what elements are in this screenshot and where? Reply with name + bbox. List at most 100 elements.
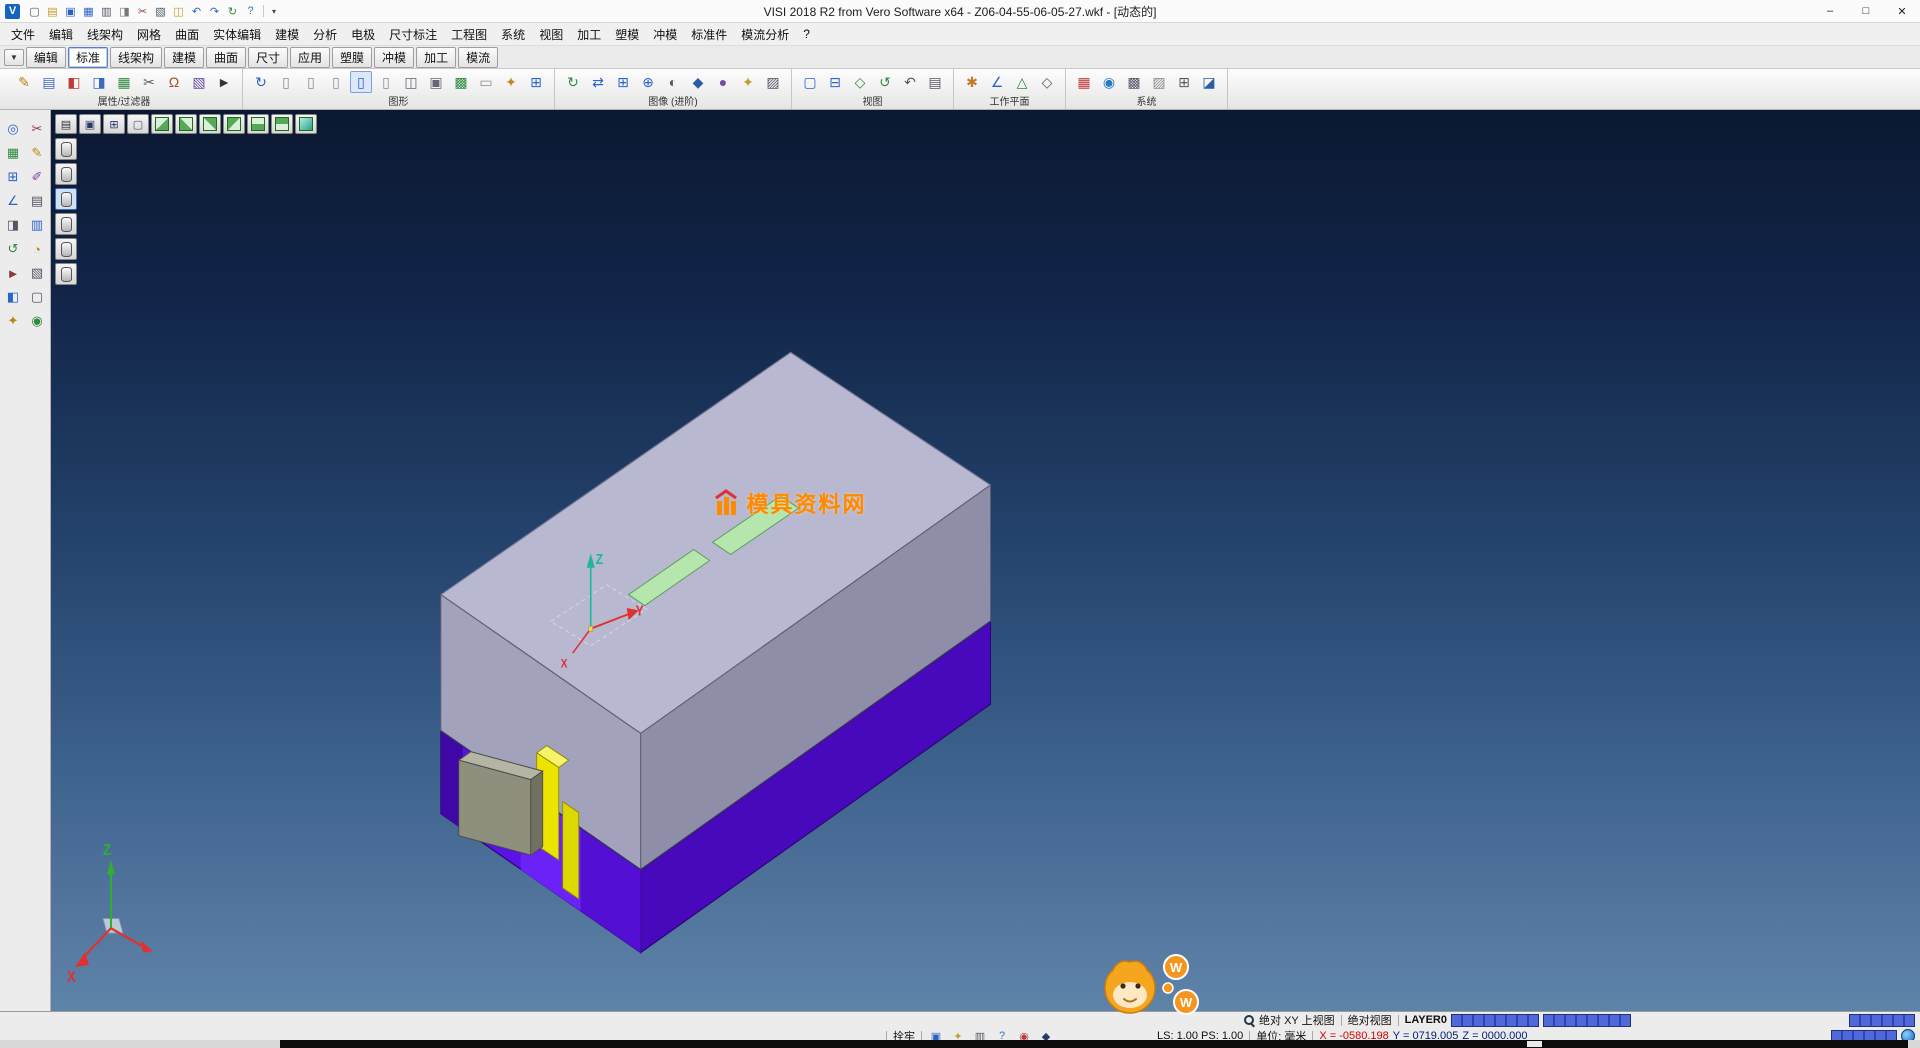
- menu-item[interactable]: 建模: [268, 26, 306, 43]
- view-top-icon[interactable]: ⊟: [824, 71, 846, 93]
- tab[interactable]: 线架构: [110, 47, 162, 68]
- tab[interactable]: 冲模: [374, 47, 414, 68]
- snap-settings-icon[interactable]: ▨: [1148, 71, 1170, 93]
- quickbar-dropdown-icon[interactable]: ▾: [268, 7, 280, 16]
- menu-item[interactable]: 标准件: [684, 26, 734, 43]
- bounding-box-icon[interactable]: ◫: [400, 71, 422, 93]
- close-button[interactable]: ✕: [1884, 1, 1920, 22]
- paste-icon[interactable]: ◫: [170, 3, 187, 19]
- layer-list-icon[interactable]: ▤: [55, 114, 77, 134]
- help-icon[interactable]: ?: [242, 3, 259, 19]
- display-filter-2[interactable]: [55, 163, 77, 185]
- display-filter-4[interactable]: [55, 213, 77, 235]
- view-iso-icon[interactable]: ◇: [849, 71, 871, 93]
- tab[interactable]: 模流: [458, 47, 498, 68]
- regen-icon[interactable]: ↻: [224, 3, 241, 19]
- shaded-display-icon[interactable]: ▯: [350, 71, 372, 93]
- spark-icon[interactable]: ✦: [2, 310, 24, 332]
- active-layer-label[interactable]: LAYER0: [1405, 1014, 1447, 1026]
- element-list-icon[interactable]: ▤: [26, 190, 48, 212]
- menu-item[interactable]: 文件: [4, 26, 42, 43]
- pan-view-icon[interactable]: ⇄: [587, 71, 609, 93]
- display-config-icon[interactable]: ▣: [79, 114, 101, 134]
- menu-item[interactable]: 冲模: [646, 26, 684, 43]
- element-filter-icon[interactable]: ▦: [113, 71, 135, 93]
- dynamic-rotate-icon[interactable]: ↻: [562, 71, 584, 93]
- tab-dropdown-icon[interactable]: ▼: [4, 49, 24, 66]
- workplane-view-icon[interactable]: △: [1011, 71, 1033, 93]
- annotate-icon[interactable]: ✐: [26, 166, 48, 188]
- measure-icon[interactable]: ∠: [2, 190, 24, 212]
- hatch-display-icon[interactable]: ▩: [450, 71, 472, 93]
- trim-icon[interactable]: ✂: [138, 71, 160, 93]
- split-icon[interactable]: ◧: [2, 286, 24, 308]
- tab[interactable]: 尺寸: [248, 47, 288, 68]
- render-icon[interactable]: ●: [712, 71, 734, 93]
- print-icon[interactable]: ▥: [98, 3, 115, 19]
- cube-view-front-icon[interactable]: [271, 114, 293, 134]
- menu-item[interactable]: 分析: [306, 26, 344, 43]
- menu-item[interactable]: 尺寸标注: [382, 26, 444, 43]
- menu-item[interactable]: 编辑: [42, 26, 80, 43]
- minimize-button[interactable]: –: [1812, 1, 1848, 22]
- view-front-icon[interactable]: ▢: [799, 71, 821, 93]
- zoom-select-icon[interactable]: ◎: [2, 118, 24, 140]
- workplane-align-icon[interactable]: ∠: [986, 71, 1008, 93]
- menu-item[interactable]: 网格: [130, 26, 168, 43]
- globe-icon[interactable]: ◉: [1098, 71, 1120, 93]
- cube-view-top-icon[interactable]: [247, 114, 269, 134]
- solid-display-icon[interactable]: ▯: [275, 71, 297, 93]
- view-list-icon[interactable]: ▤: [924, 71, 946, 93]
- save-icon[interactable]: ▣: [62, 3, 79, 19]
- cube-view-se-icon[interactable]: [175, 114, 197, 134]
- search-icon[interactable]: [1244, 1015, 1255, 1026]
- menu-item[interactable]: 曲面: [168, 26, 206, 43]
- tab[interactable]: 应用: [290, 47, 330, 68]
- open-file-icon[interactable]: ▤: [44, 3, 61, 19]
- menu-item[interactable]: 加工: [570, 26, 608, 43]
- save-all-icon[interactable]: ▦: [80, 3, 97, 19]
- magnet-snap-icon[interactable]: Ω: [163, 71, 185, 93]
- cube-view-ne-icon[interactable]: [223, 114, 245, 134]
- zoom-extents-icon[interactable]: ⊕: [637, 71, 659, 93]
- display-filter-5[interactable]: [55, 238, 77, 260]
- viewport-canvas[interactable]: Z Y X Z X: [51, 110, 1920, 1011]
- view-previous-icon[interactable]: ↶: [899, 71, 921, 93]
- regen-graphics-icon[interactable]: ↻: [250, 71, 272, 93]
- layer-filter-icon[interactable]: ◨: [88, 71, 110, 93]
- menu-item[interactable]: 线架构: [80, 26, 130, 43]
- display-add-icon[interactable]: ⊞: [103, 114, 125, 134]
- display-filter-1[interactable]: [55, 138, 77, 160]
- sketch-icon[interactable]: ✎: [26, 142, 48, 164]
- workplane-origin-icon[interactable]: ◇: [1036, 71, 1058, 93]
- menu-item[interactable]: 视图: [532, 26, 570, 43]
- add-element-icon[interactable]: ⊞: [2, 166, 24, 188]
- color-filter-icon[interactable]: ◧: [63, 71, 85, 93]
- play-icon[interactable]: ►: [2, 262, 24, 284]
- absolute-view-label[interactable]: 绝对视图: [1348, 1012, 1392, 1028]
- half-shade-icon[interactable]: ◨: [2, 214, 24, 236]
- menu-item[interactable]: 实体编辑: [206, 26, 268, 43]
- material-icon[interactable]: ◪: [1198, 71, 1220, 93]
- highlight-icon[interactable]: ✦: [500, 71, 522, 93]
- calculator-icon[interactable]: ⊞: [1173, 71, 1195, 93]
- transparent-display-icon[interactable]: ▯: [375, 71, 397, 93]
- wireframe-display-icon[interactable]: ▯: [300, 71, 322, 93]
- grid-edit-icon[interactable]: ▦: [2, 142, 24, 164]
- maximize-button[interactable]: □: [1848, 1, 1884, 22]
- redo-icon[interactable]: ↷: [206, 3, 223, 19]
- display-filter-3[interactable]: [55, 188, 77, 210]
- info-properties-icon[interactable]: ▤: [38, 71, 60, 93]
- undo-icon[interactable]: ↶: [188, 3, 205, 19]
- cube-view-sw-icon[interactable]: [151, 114, 173, 134]
- menu-item[interactable]: 工程图: [444, 26, 494, 43]
- new-file-icon[interactable]: ▢: [26, 3, 43, 19]
- hidden-line-icon[interactable]: ▯: [325, 71, 347, 93]
- copy-icon[interactable]: ▧: [152, 3, 169, 19]
- tab[interactable]: 加工: [416, 47, 456, 68]
- workplane-new-icon[interactable]: ✱: [961, 71, 983, 93]
- menu-item[interactable]: 塑模: [608, 26, 646, 43]
- view-rotate-icon[interactable]: ↺: [874, 71, 896, 93]
- target-icon[interactable]: ◉: [26, 310, 48, 332]
- cut-icon[interactable]: ✂: [134, 3, 151, 19]
